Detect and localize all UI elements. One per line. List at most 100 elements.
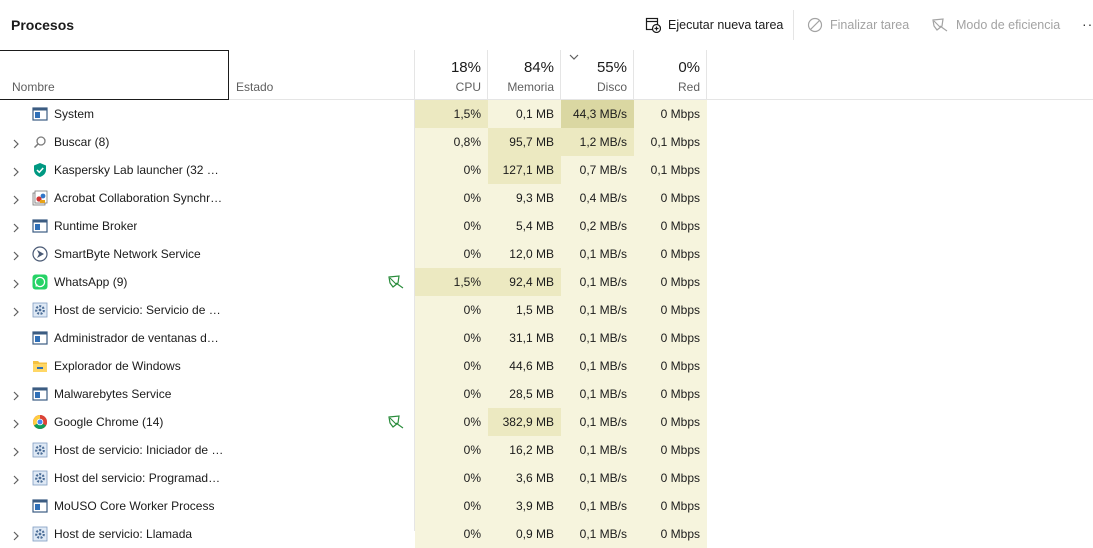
network-value: 0 Mbps [634,296,707,324]
efficiency-mode-button[interactable]: Modo de eficiencia [931,14,1060,36]
network-value: 0 Mbps [634,380,707,408]
more-options-button[interactable]: ··· [1082,16,1093,32]
process-row[interactable]: WhatsApp (9) 1,5% 92,4 MB 0,1 MB/s 0 Mbps [0,268,1093,296]
process-name: Administrador de ventanas del escritorio [54,331,224,345]
chevron-right-icon[interactable] [12,250,20,264]
efficiency-leaf-icon [387,414,405,433]
window-icon [32,218,48,234]
cpu-value: 0% [415,352,488,380]
process-list: System 1,5% 0,1 MB 44,3 MB/s 0 Mbps Buscar (8… [0,100,1093,548]
disk-total-pct: 55% [596,59,627,76]
column-header-memory[interactable]: 84% Memoria [488,50,561,99]
cpu-value: 0% [415,296,488,324]
network-value: 0 Mbps [634,184,707,212]
process-name: Acrobat Collaboration Synchronizer [54,191,224,205]
process-row[interactable]: Acrobat Collaboration Synchronizer 0% 9,3 … [0,184,1093,212]
disk-value: 44,3 MB/s [561,100,634,128]
gear-icon [32,442,48,458]
search-icon [32,134,48,150]
memory-value: 0,9 MB [488,520,561,548]
process-name: Host del servicio: Programador de tareas [54,471,224,485]
process-name: Explorador de Windows [54,359,181,373]
chevron-right-icon[interactable] [12,474,20,488]
column-header-status[interactable]: Estado [230,50,415,99]
chevron-right-icon[interactable] [12,306,20,320]
process-row[interactable]: SmartByte Network Service 0% 12,0 MB 0,1 MB… [0,240,1093,268]
network-value: 0 Mbps [634,408,707,436]
smartbyte-icon [32,246,48,262]
cpu-value: 0% [415,408,488,436]
process-name: SmartByte Network Service [54,247,201,261]
cpu-value: 0% [415,324,488,352]
network-value: 0 Mbps [634,464,707,492]
process-name: Buscar (8) [54,135,110,149]
chevron-right-icon[interactable] [12,530,20,544]
process-row[interactable]: Explorador de Windows 0% 44,6 MB 0,1 MB/s 0 … [0,352,1093,380]
disk-value: 0,1 MB/s [561,240,634,268]
cpu-value: 1,5% [415,268,488,296]
chevron-right-icon[interactable] [12,390,20,404]
cpu-value: 0% [415,520,488,548]
column-header-network[interactable]: 0% Red [634,50,707,99]
network-value: 0,1 Mbps [634,128,707,156]
network-value: 0 Mbps [634,352,707,380]
process-row[interactable]: Host del servicio: Programador de tareas… [0,464,1093,492]
toolbar-divider [793,10,794,40]
chevron-right-icon[interactable] [12,166,20,180]
chevron-right-icon[interactable] [12,222,20,236]
process-row[interactable]: Host de servicio: Iniciador de procesos 0… [0,436,1093,464]
disk-value: 0,1 MB/s [561,296,634,324]
acrobat-icon [32,190,48,206]
memory-value: 12,0 MB [488,240,561,268]
disk-value: 1,2 MB/s [561,128,634,156]
cpu-value: 0,8% [415,128,488,156]
chevron-right-icon[interactable] [12,194,20,208]
memory-value: 5,4 MB [488,212,561,240]
end-task-button[interactable]: Finalizar tarea [807,14,909,36]
disk-value: 0,1 MB/s [561,520,634,548]
window-icon [32,386,48,402]
cpu-value: 1,5% [415,100,488,128]
leaf-icon [932,18,948,32]
cpu-value: 0% [415,184,488,212]
cpu-value: 0% [415,240,488,268]
network-value: 0 Mbps [634,324,707,352]
process-row[interactable]: Administrador de ventanas del escritorio… [0,324,1093,352]
process-row[interactable]: Kaspersky Lab launcher (32 bits) 0% 127,1 … [0,156,1093,184]
chevron-right-icon[interactable] [12,138,20,152]
chevron-right-icon[interactable] [12,446,20,460]
efficiency-mode-label: Modo de eficiencia [956,18,1061,32]
process-name: WhatsApp (9) [54,275,128,289]
process-row[interactable]: Host de servicio: Servicio de red 0% 1,5 M… [0,296,1093,324]
memory-total-pct: 84% [523,59,554,76]
process-row[interactable]: MoUSO Core Worker Process 0% 3,9 MB 0,1 MB/… [0,492,1093,520]
process-row[interactable]: Host de servicio: Llamada 0% 0,9 MB 0,1 MB/… [0,520,1093,548]
cpu-value: 0% [415,212,488,240]
new-task-icon [645,17,661,33]
run-new-task-button[interactable]: Ejecutar nueva tarea [645,14,783,36]
disk-value: 0,1 MB/s [561,352,634,380]
chevron-right-icon[interactable] [12,278,20,292]
process-name: Malwarebytes Service [54,387,172,401]
cpu-value: 0% [415,380,488,408]
process-row[interactable]: System 1,5% 0,1 MB 44,3 MB/s 0 Mbps [0,100,1093,128]
disk-value: 0,1 MB/s [561,408,634,436]
process-name: Runtime Broker [54,219,138,233]
sort-descending-icon [569,54,579,60]
chrome-icon [32,414,48,430]
memory-value: 0,1 MB [488,100,561,128]
process-row[interactable]: Malwarebytes Service 0% 28,5 MB 0,1 MB/s 0 M… [0,380,1093,408]
memory-value: 95,7 MB [488,128,561,156]
cpu-value: 0% [415,464,488,492]
process-name: Host de servicio: Llamada [54,527,193,541]
column-header-name[interactable]: Nombre [0,50,229,100]
memory-value: 127,1 MB [488,156,561,184]
process-name: System [54,107,95,121]
process-row[interactable]: Google Chrome (14) 0% 382,9 MB 0,1 MB/s 0 Mb… [0,408,1093,436]
column-header-cpu[interactable]: 18% CPU [415,50,488,99]
page-title: Procesos [11,17,75,33]
process-row[interactable]: Runtime Broker 0% 5,4 MB 0,2 MB/s 0 Mbps [0,212,1093,240]
chevron-right-icon[interactable] [12,418,20,432]
process-row[interactable]: Buscar (8) 0,8% 95,7 MB 1,2 MB/s 0,1 Mbps [0,128,1093,156]
cpu-value: 0% [415,492,488,520]
